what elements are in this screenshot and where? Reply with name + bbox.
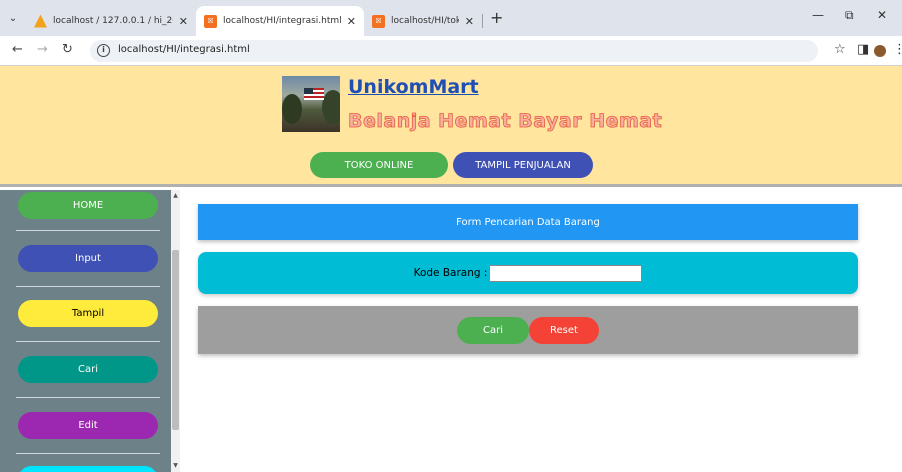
scroll-down-icon[interactable]: ▼: [171, 460, 180, 472]
toko-online-button[interactable]: TOKO ONLINE: [310, 152, 448, 178]
sidebar-item-cari[interactable]: Cari: [18, 356, 158, 383]
tab-label: localhost / 127.0.0.1 / hi_2023 /: [53, 16, 173, 26]
sidebar-item-edit[interactable]: Edit: [18, 412, 158, 439]
close-icon[interactable]: ✕: [347, 15, 356, 28]
sidebar-divider: [16, 230, 160, 231]
reset-button[interactable]: Reset: [529, 316, 599, 344]
cari-button[interactable]: Cari: [457, 316, 529, 344]
kode-barang-input[interactable]: [489, 264, 643, 282]
browser-toolbar: ← → ↻ i localhost/HI/integrasi.html ☆ ◨ …: [0, 36, 902, 66]
side-panel-icon[interactable]: ◨: [857, 42, 869, 58]
form-title: Form Pencarian Data Barang: [198, 204, 858, 240]
site-info-icon[interactable]: i: [97, 44, 110, 57]
sidebar-divider: [16, 397, 160, 398]
brand-title[interactable]: UnikomMart: [348, 76, 479, 98]
new-tab-button[interactable]: +: [490, 10, 503, 26]
browser-tab-strip: ⌄ localhost / 127.0.0.1 / hi_2023 / ✕ ☒ …: [0, 0, 902, 36]
tab-phpmyadmin[interactable]: localhost / 127.0.0.1 / hi_2023 / ✕: [26, 6, 196, 36]
back-icon[interactable]: ←: [12, 42, 23, 58]
search-form-row: Kode Barang :: [198, 252, 858, 294]
tab-label: localhost/HI/toko.php: [391, 16, 459, 26]
sidebar-divider: [16, 286, 160, 287]
main-content: Form Pencarian Data Barang Kode Barang :…: [180, 190, 902, 472]
tab-label: localhost/HI/integrasi.html: [223, 16, 341, 26]
sidebar-item-input[interactable]: Input: [18, 245, 158, 272]
flag-shape: [304, 88, 324, 100]
sidebar-divider: [16, 453, 160, 454]
close-window-icon[interactable]: ✕: [877, 8, 887, 22]
tab-integrasi[interactable]: ☒ localhost/HI/integrasi.html ✕: [196, 6, 364, 36]
tab-toko[interactable]: ☒ localhost/HI/toko.php ✕: [364, 6, 482, 36]
close-icon[interactable]: ✕: [179, 15, 188, 28]
reload-icon[interactable]: ↻: [62, 42, 73, 58]
minimize-icon[interactable]: —: [812, 8, 824, 22]
tree-shape: [322, 90, 340, 124]
sidebar: HOME Input Tampil Cari Edit ▲ ▼: [0, 190, 180, 472]
scroll-thumb[interactable]: [172, 250, 179, 430]
url-text: localhost/HI/integrasi.html: [118, 44, 250, 55]
sidebar-divider: [16, 341, 160, 342]
store-photo: [282, 76, 340, 132]
tampil-penjualan-button[interactable]: TAMPIL PENJUALAN: [453, 152, 593, 178]
phpmyadmin-icon: [34, 14, 47, 28]
tab-search-icon[interactable]: ⌄: [4, 11, 22, 27]
xampp-icon: ☒: [204, 14, 217, 28]
scroll-up-icon[interactable]: ▲: [171, 190, 180, 202]
bookmark-star-icon[interactable]: ☆: [834, 42, 846, 58]
restore-icon[interactable]: ⧉: [845, 8, 854, 23]
xampp-icon: ☒: [372, 14, 385, 28]
sidebar-scrollbar[interactable]: ▲ ▼: [171, 190, 180, 472]
tree-shape: [282, 94, 302, 124]
close-icon[interactable]: ✕: [465, 15, 474, 28]
sidebar-item-partial[interactable]: [18, 466, 158, 472]
brand-slogan: Belanja Hemat Bayar Hemat: [348, 110, 663, 133]
menu-kebab-icon[interactable]: ⋮: [893, 42, 902, 58]
sidebar-item-home[interactable]: HOME: [18, 192, 158, 219]
page-header: UnikomMart Belanja Hemat Bayar Hemat TOK…: [0, 66, 902, 187]
form-actions: Cari Reset: [198, 306, 858, 354]
profile-avatar[interactable]: [874, 45, 886, 57]
forward-icon[interactable]: →: [37, 42, 48, 58]
tab-separator: [482, 14, 483, 28]
address-bar[interactable]: i localhost/HI/integrasi.html: [90, 40, 818, 62]
sidebar-item-tampil[interactable]: Tampil: [18, 300, 158, 327]
kode-barang-label: Kode Barang :: [413, 267, 488, 279]
